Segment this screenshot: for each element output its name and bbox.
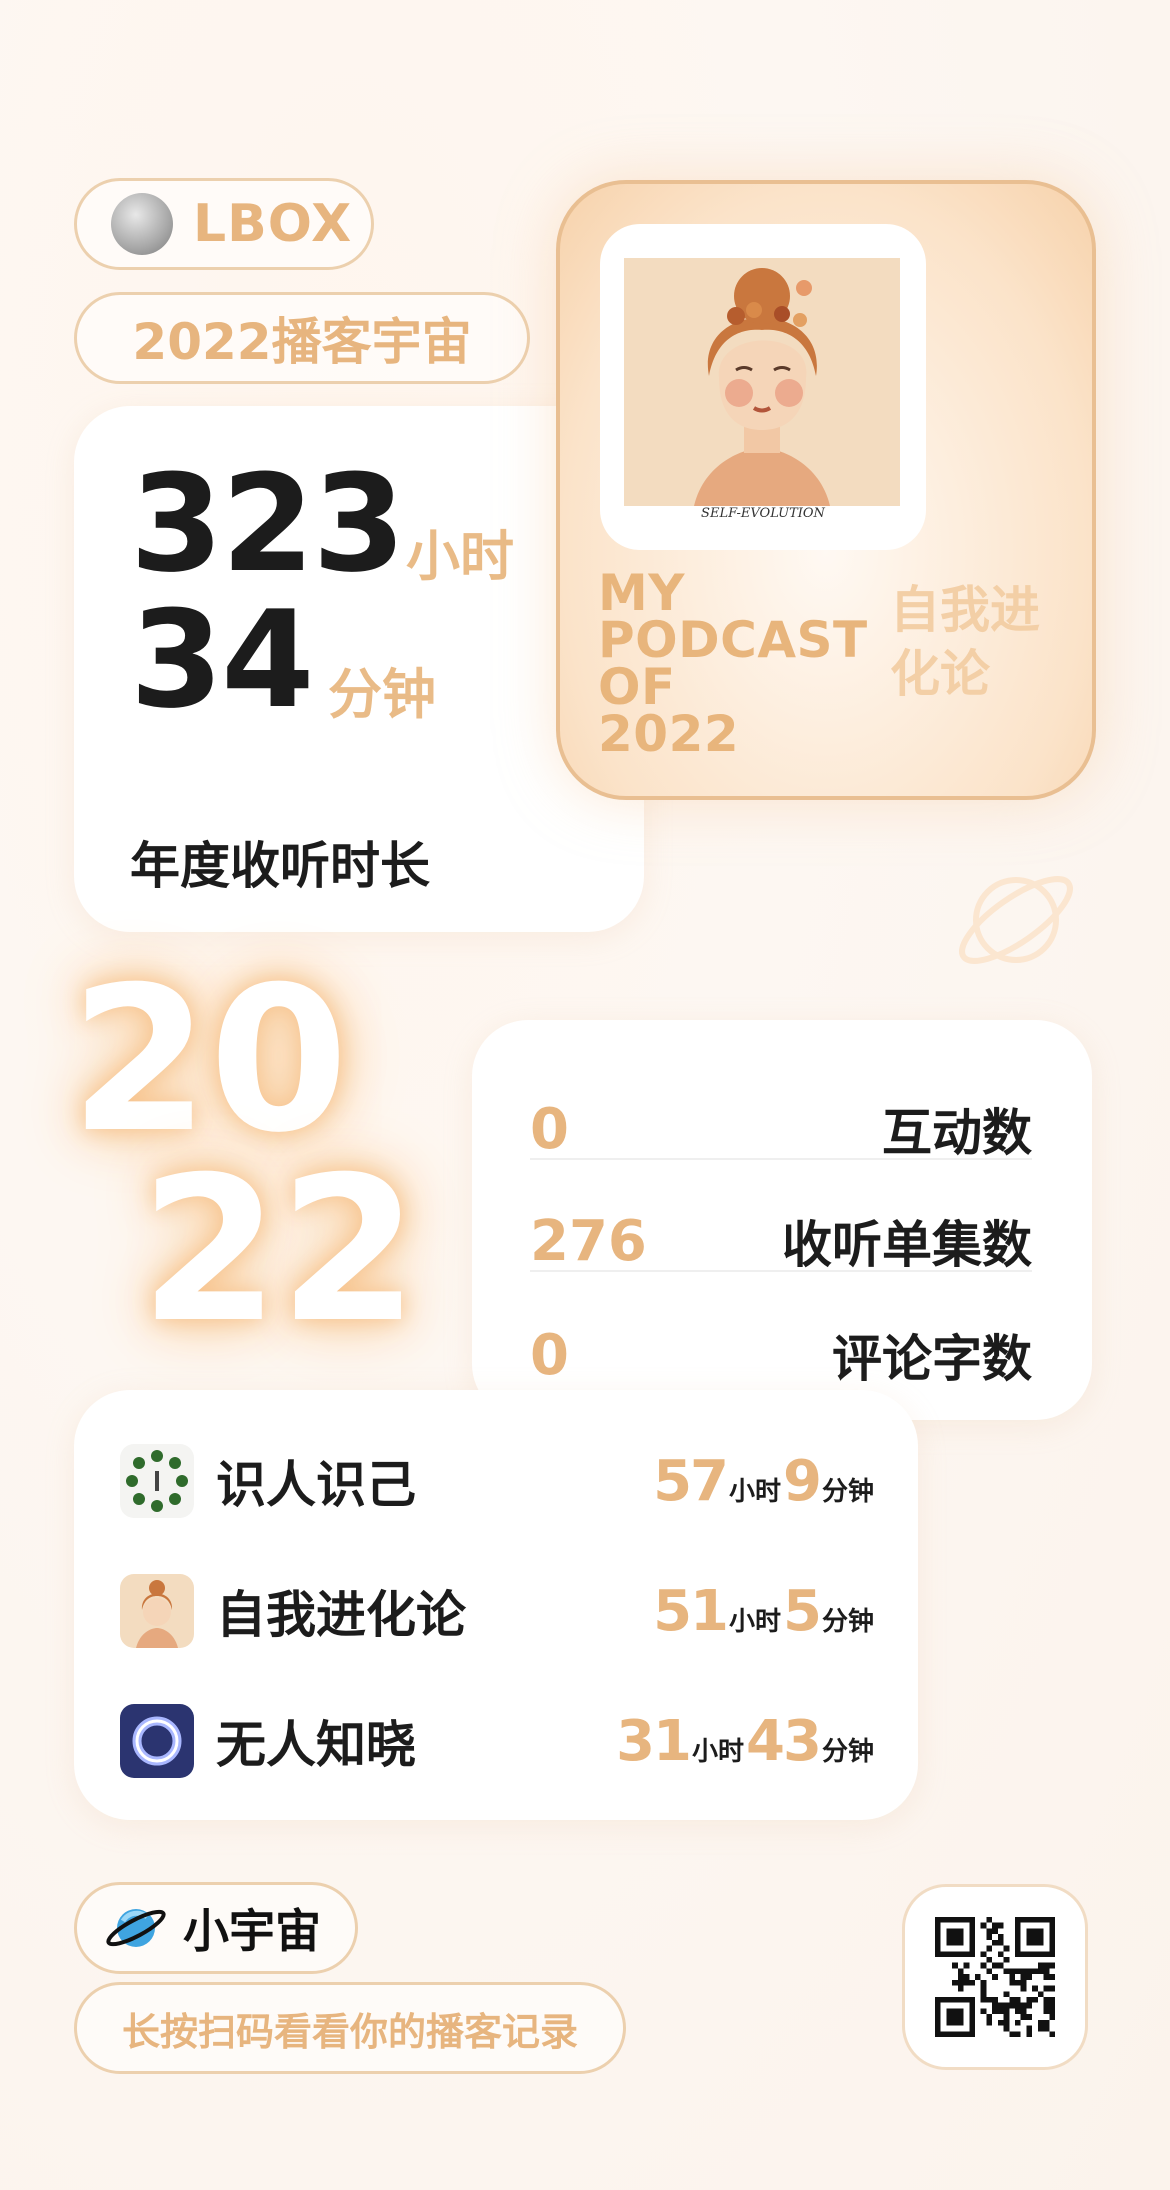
duration-hours: 57 — [653, 1448, 729, 1514]
list-item[interactable]: 识人识己 57 小时 9 分钟 — [120, 1436, 876, 1526]
duration-minutes-unit: 分钟 — [821, 1476, 874, 1507]
ring-cover-icon — [120, 1704, 194, 1778]
headline-pill: 2022播客宇宙 — [74, 292, 530, 384]
stat-label: 评论字数 — [832, 1330, 1032, 1388]
duration-minutes: 43 — [746, 1708, 822, 1774]
list-item[interactable]: 自我进化论 51 小时 5 分钟 — [120, 1566, 876, 1656]
podcast-cover: SELF-EVOLUTION — [600, 224, 926, 550]
duration-minutes-unit: 分钟 — [821, 1606, 874, 1637]
podcast-name: 无人知晓 — [216, 1716, 416, 1774]
minutes-value: 34 — [130, 582, 314, 738]
year-glow-line2: 22 — [140, 1134, 419, 1367]
podcast-name: 识人识己 — [216, 1456, 416, 1514]
duration-hours-unit: 小时 — [729, 1476, 782, 1507]
duration-hours: 31 — [616, 1708, 692, 1774]
hint-pill: 长按扫码看看你的播客记录 — [74, 1982, 626, 2074]
hours-value: 323 — [130, 446, 406, 602]
stat-row: 276 收听单集数 — [530, 1186, 1032, 1296]
qr-code-icon[interactable] — [935, 1917, 1055, 2037]
my-podcast-caption: MY PODCAST OF 2022 — [598, 564, 868, 763]
portrait-illustration-icon — [624, 258, 900, 506]
planet-outline-icon — [959, 876, 1073, 964]
duration-minutes: 5 — [783, 1578, 822, 1644]
stat-row: 0 互动数 — [530, 1074, 1032, 1184]
stat-value: 0 — [530, 1322, 569, 1388]
stat-label: 互动数 — [882, 1104, 1032, 1162]
user-pill: LBOX — [74, 178, 374, 270]
qr-code-card[interactable] — [902, 1884, 1088, 2070]
podcast-name: 自我进化论 — [216, 1586, 466, 1644]
featured-podcast-card: SELF-EVOLUTION MY PODCAST OF 2022 自我进化论 — [556, 180, 1096, 800]
wreath-cover-icon — [120, 1444, 194, 1518]
stat-value: 0 — [530, 1096, 569, 1162]
duration-hours-unit: 小时 — [692, 1736, 745, 1767]
headline-text: 2022播客宇宙 — [132, 313, 472, 371]
user-name: LBOX — [193, 194, 353, 254]
stats-card: 0 互动数 276 收听单集数 0 评论字数 — [472, 1020, 1092, 1420]
top-podcasts-card: 识人识己 57 小时 9 分钟 自我进化论 51 小时 5 分钟 无人知晓 31… — [74, 1390, 918, 1820]
stat-divider — [530, 1270, 1032, 1272]
minutes-unit: 分钟 — [328, 663, 436, 726]
brand-name: 小宇宙 — [183, 1904, 321, 1958]
duration-hours: 51 — [653, 1578, 729, 1644]
year-glow-graphic: 20 22 — [70, 944, 490, 1367]
duration-hours-unit: 小时 — [729, 1606, 782, 1637]
stat-label: 收听单集数 — [782, 1216, 1032, 1274]
podcast-duration: 31 小时 43 分钟 — [616, 1709, 876, 1774]
podcast-duration: 51 小时 5 分钟 — [653, 1579, 876, 1644]
duration-minutes: 9 — [783, 1448, 822, 1514]
planet-logo-icon — [106, 1909, 166, 1947]
stat-divider — [530, 1158, 1032, 1160]
duration-minutes-unit: 分钟 — [821, 1736, 874, 1767]
portrait-cover-icon — [120, 1574, 194, 1648]
list-item[interactable]: 无人知晓 31 小时 43 分钟 — [120, 1696, 876, 1786]
podcast-duration: 57 小时 9 分钟 — [653, 1449, 876, 1514]
user-avatar — [111, 193, 173, 255]
featured-podcast-name: 自我进化论 — [890, 581, 1040, 703]
year-glow-line1: 20 — [70, 944, 349, 1177]
stat-value: 276 — [530, 1208, 647, 1274]
brand-pill: 小宇宙 — [74, 1882, 358, 1974]
cover-caption: SELF-EVOLUTION — [701, 506, 825, 521]
hours-unit: 小时 — [406, 525, 514, 588]
scan-hint-text: 长按扫码看看你的播客记录 — [121, 2009, 578, 2054]
listening-time-label: 年度收听时长 — [130, 837, 430, 895]
